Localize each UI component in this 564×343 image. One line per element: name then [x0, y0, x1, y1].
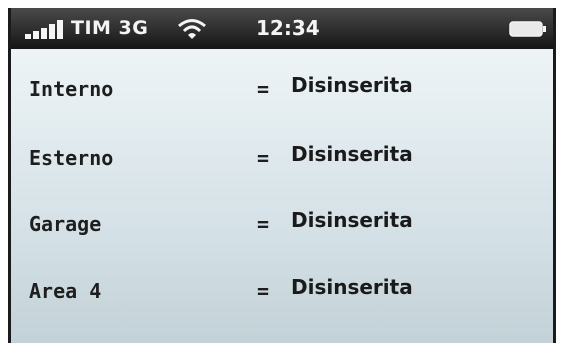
signal-bars-icon — [25, 20, 63, 39]
battery-icon — [509, 21, 546, 37]
zone-name: Area 4 — [29, 279, 102, 303]
status-bar: TIM 3G 12:34 — [11, 8, 553, 49]
zone-name: Esterno — [29, 146, 114, 170]
zone-state: Disinserita — [291, 208, 413, 232]
zone-row-esterno[interactable]: Esterno = Disinserita — [11, 138, 553, 178]
zone-separator: = — [257, 279, 270, 303]
zone-separator: = — [257, 146, 270, 170]
zone-state: Disinserita — [291, 73, 413, 97]
zone-state: Disinserita — [291, 142, 413, 166]
zone-row-interno[interactable]: Interno = Disinserita — [11, 69, 553, 109]
zone-name: Garage — [29, 212, 102, 236]
zone-name: Interno — [29, 77, 114, 101]
phone-frame: TIM 3G 12:34 Interno = Disinserita Ester… — [8, 8, 556, 343]
zone-state: Disinserita — [291, 275, 413, 299]
zone-separator: = — [257, 212, 270, 236]
zone-row-garage[interactable]: Garage = Disinserita — [11, 204, 553, 244]
zone-row-area-4[interactable]: Area 4 = Disinserita — [11, 271, 553, 311]
carrier-label: TIM 3G — [71, 17, 149, 39]
wifi-icon — [178, 19, 206, 39]
status-time: 12:34 — [256, 16, 320, 40]
zone-separator: = — [257, 77, 270, 101]
alarm-zone-list: Interno = Disinserita Esterno = Disinser… — [11, 49, 553, 343]
